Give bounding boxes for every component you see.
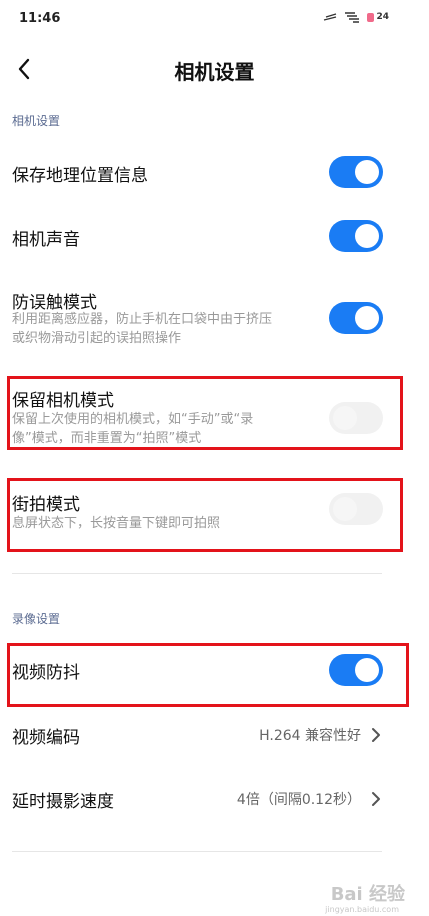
watermark-logo: Bai 经验 — [330, 884, 405, 905]
section-divider — [12, 851, 382, 852]
setting-row-timelapse-speed[interactable]: 延时摄影速度 4倍（间隔0.12秒） — [0, 776, 429, 822]
wifi-icon — [345, 12, 360, 23]
setting-row-anti-touch[interactable]: 防误触模式 利用距离感应器，防止手机在口袋中由于挤压 或织物滑动引起的误拍照操作 — [0, 280, 429, 352]
anti-touch-toggle[interactable] — [329, 302, 383, 334]
setting-value: 4倍（间隔0.12秒） — [236, 792, 361, 808]
status-bar: 11:46 24 — [0, 0, 429, 40]
page-title: 相机设置 — [174, 60, 255, 84]
setting-row-geo-location[interactable]: 保存地理位置信息 — [0, 148, 429, 198]
setting-subtitle: 利用距离感应器，防止手机在口袋中由于挤压 或织物滑动引起的误拍照操作 — [12, 312, 273, 346]
setting-title: 视频编码 — [12, 728, 80, 748]
geo-location-toggle[interactable] — [329, 156, 383, 188]
setting-row-video-encoding[interactable]: 视频编码 H.264 兼容性好 — [0, 712, 429, 758]
setting-title: 相机声音 — [12, 230, 80, 250]
status-icons: 24 — [323, 11, 389, 23]
chevron-right-icon — [372, 792, 380, 806]
camera-sound-toggle[interactable] — [329, 220, 383, 252]
setting-value: H.264 兼容性好 — [259, 728, 361, 744]
setting-title: 延时摄影速度 — [12, 792, 114, 812]
section-header-video: 录像设置 — [12, 612, 61, 626]
setting-row-camera-sound[interactable]: 相机声音 — [0, 212, 429, 262]
status-time: 11:46 — [19, 11, 61, 26]
page-header: 相机设置 — [0, 50, 429, 90]
watermark-url: jingyan.baidu.com — [325, 905, 399, 914]
section-header-camera: 相机设置 — [12, 114, 61, 128]
signal-icon — [324, 13, 337, 21]
chevron-right-icon — [372, 728, 380, 742]
highlight-box-keep-mode — [7, 376, 403, 450]
setting-title: 保存地理位置信息 — [12, 166, 148, 186]
section-divider — [12, 573, 382, 574]
highlight-box-stabilization — [7, 643, 409, 707]
battery-icon: 24 — [367, 12, 389, 22]
highlight-box-street-mode — [7, 478, 403, 552]
